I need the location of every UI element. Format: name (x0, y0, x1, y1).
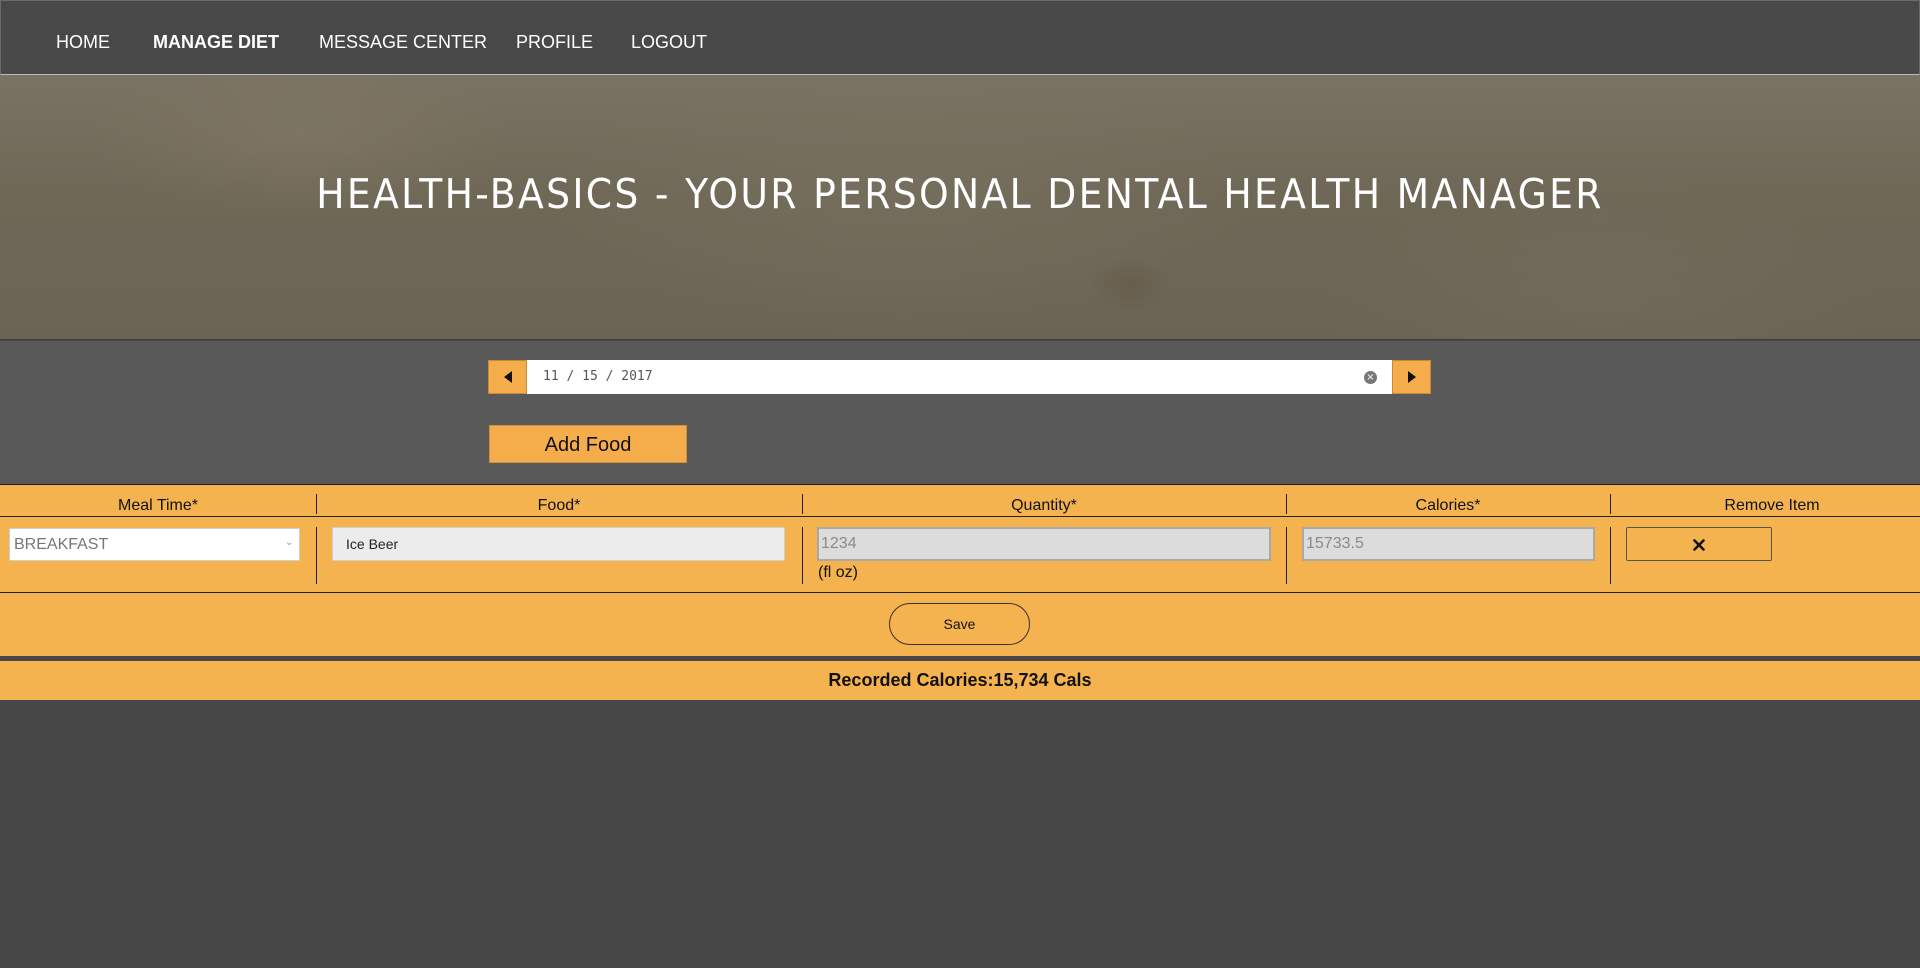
chevron-down-icon: ⌄ (285, 537, 294, 548)
nav-logout[interactable]: LOGOUT (631, 32, 707, 53)
date-input[interactable]: 11 / 15 / 2017 (527, 360, 1392, 394)
quantity-input[interactable]: 1234 (817, 527, 1271, 561)
header-remove-item: Remove Item (1724, 497, 1820, 514)
quantity-unit-label: (fl oz) (818, 564, 858, 581)
nav-home[interactable]: HOME (56, 32, 110, 53)
column-divider (1610, 494, 1611, 514)
column-divider (316, 494, 317, 514)
hero-title: HEALTH-BASICS - YOUR PERSONAL DENTAL HEA… (316, 170, 1604, 218)
recorded-calories-summary: Recorded Calories:15,734 Cals (0, 661, 1920, 700)
hero-banner: HEALTH-BASICS - YOUR PERSONAL DENTAL HEA… (0, 75, 1920, 340)
nav-profile[interactable]: PROFILE (516, 32, 593, 53)
nav-manage-diet[interactable]: MANAGE DIET (153, 32, 279, 53)
food-input[interactable]: Ice Beer (332, 527, 785, 561)
header-food: Food* (537, 497, 581, 514)
date-next-button[interactable] (1392, 360, 1431, 394)
add-food-button[interactable]: Add Food (489, 425, 687, 463)
header-calories: Calories* (1415, 497, 1481, 514)
column-divider (1610, 527, 1611, 584)
caret-left-icon (503, 371, 512, 383)
header-quantity: Quantity* (1011, 497, 1077, 514)
column-divider (1286, 494, 1287, 514)
meal-time-select[interactable]: BREAKFAST (9, 528, 300, 561)
caret-right-icon (1407, 371, 1416, 383)
save-button[interactable]: Save (889, 603, 1030, 645)
clear-circle-icon[interactable]: × (1364, 371, 1377, 384)
header-divider (0, 516, 1920, 517)
close-x-icon (1693, 538, 1705, 551)
remove-item-button[interactable] (1626, 527, 1772, 561)
row-divider (0, 592, 1920, 593)
header-meal-time: Meal Time* (117, 497, 199, 514)
column-divider (802, 527, 803, 584)
column-divider (802, 494, 803, 514)
column-divider (1286, 527, 1287, 584)
nav-message-center[interactable]: MESSAGE CENTER (319, 32, 487, 53)
date-prev-button[interactable] (488, 360, 527, 394)
calories-input[interactable]: 15733.5 (1302, 527, 1595, 561)
column-divider (316, 527, 317, 584)
top-navbar: HOME MANAGE DIET MESSAGE CENTER PROFILE … (0, 0, 1920, 75)
